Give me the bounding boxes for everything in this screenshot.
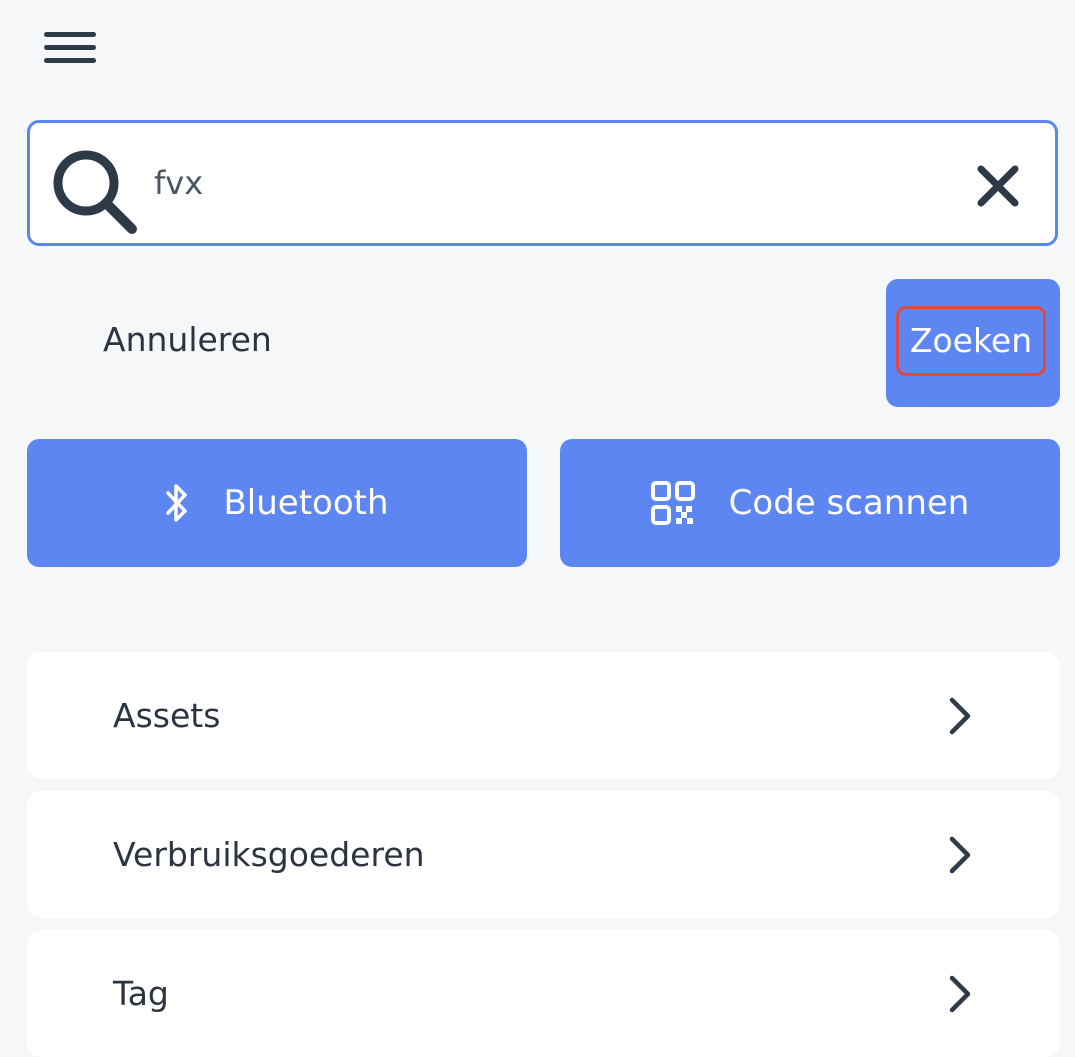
search-button[interactable]: Zoeken xyxy=(886,279,1060,407)
bluetooth-icon xyxy=(165,481,189,525)
scan-code-label: Code scannen xyxy=(728,483,970,523)
search-input[interactable] xyxy=(154,153,914,213)
menu-button[interactable] xyxy=(38,22,102,72)
chevron-right-icon xyxy=(949,697,971,735)
close-icon[interactable] xyxy=(975,163,1021,209)
chevron-right-icon xyxy=(949,836,971,874)
chevron-right-icon xyxy=(949,975,971,1013)
list-item-tag[interactable]: Tag xyxy=(27,930,1060,1057)
search-button-label: Zoeken xyxy=(896,306,1046,376)
bluetooth-label: Bluetooth xyxy=(223,483,389,523)
search-field[interactable] xyxy=(27,120,1058,246)
list-item-label: Assets xyxy=(113,696,221,735)
list-item-verbruiksgoederen[interactable]: Verbruiksgoederen xyxy=(27,791,1060,918)
list-item-label: Tag xyxy=(113,974,169,1013)
list-item-assets[interactable]: Assets xyxy=(27,652,1060,779)
hamburger-menu-icon xyxy=(44,31,96,37)
cancel-button[interactable]: Annuleren xyxy=(103,320,272,359)
list-item-label: Verbruiksgoederen xyxy=(113,835,425,874)
search-icon xyxy=(53,150,137,234)
qr-code-icon xyxy=(650,481,695,525)
scan-code-button[interactable]: Code scannen xyxy=(560,439,1060,567)
bluetooth-button[interactable]: Bluetooth xyxy=(27,439,527,567)
